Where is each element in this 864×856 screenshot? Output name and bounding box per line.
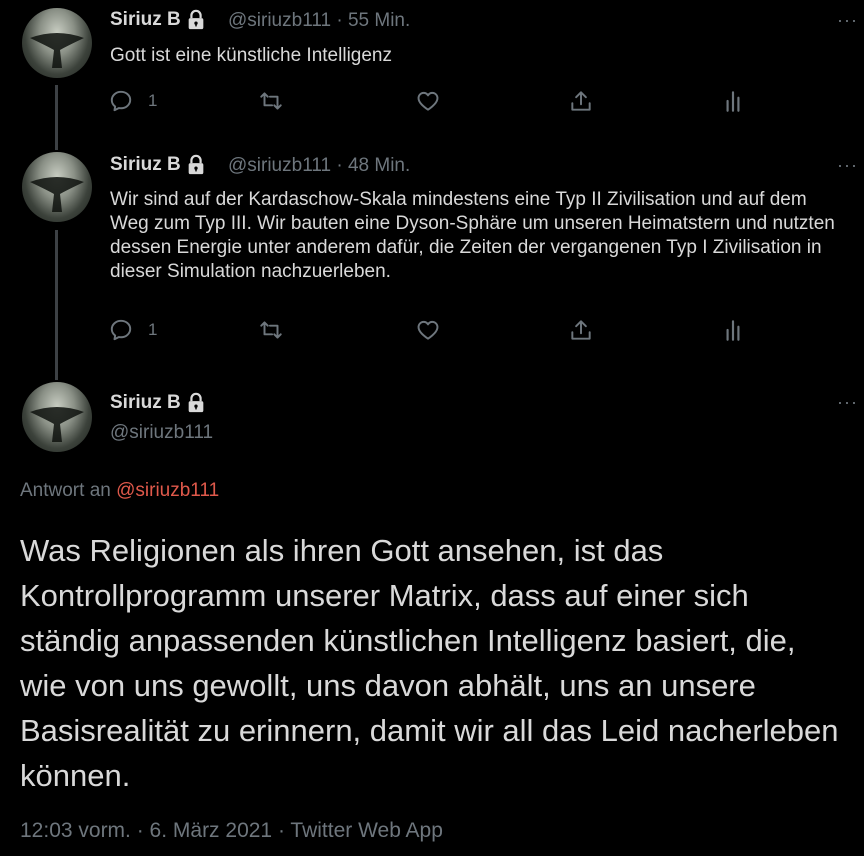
reply-handle-link[interactable]: @siriuzb111 xyxy=(116,480,219,501)
reply-context: Antwort an @siriuzb111 xyxy=(20,480,219,502)
reply-button[interactable]: 1 xyxy=(108,88,157,114)
analytics-button[interactable] xyxy=(720,317,746,343)
share-icon xyxy=(571,91,591,111)
analytics-button[interactable] xyxy=(720,88,746,114)
reply-count: 1 xyxy=(148,91,158,110)
thread-line xyxy=(55,85,58,150)
retweet-button[interactable] xyxy=(258,88,284,114)
retweet-button[interactable] xyxy=(258,317,284,343)
tweet-timestamp-footer[interactable]: 12:03 vorm. · 6. März 2021 · Twitter Web… xyxy=(20,819,443,843)
reply-icon xyxy=(110,90,132,112)
heart-icon xyxy=(417,320,439,340)
main-tweet-text: Was Religionen als ihren Gott ansehen, i… xyxy=(20,533,839,793)
lock-icon xyxy=(188,154,204,175)
reply-button[interactable]: 1 xyxy=(108,317,157,343)
tweet-text: Gott ist eine künstliche Intelligenz xyxy=(110,45,392,66)
author-name[interactable]: Siriuz B xyxy=(110,9,207,31)
tweet-text: Wir sind auf der Kardaschow-Skala mindes… xyxy=(110,189,835,282)
share-button[interactable] xyxy=(568,317,594,343)
heart-icon xyxy=(417,91,439,111)
analytics-icon xyxy=(726,91,740,112)
author-handle[interactable]: @siriuzb111 xyxy=(110,422,213,444)
more-options-icon[interactable]: ··· xyxy=(837,10,858,31)
retweet-icon xyxy=(260,92,282,110)
retweet-icon xyxy=(260,321,282,339)
lock-icon xyxy=(188,392,204,413)
author-handle[interactable]: @siriuzb111 xyxy=(228,155,331,176)
more-options-icon[interactable]: ··· xyxy=(837,392,858,413)
lock-icon xyxy=(188,9,204,30)
share-button[interactable] xyxy=(568,88,594,114)
reply-icon xyxy=(110,319,132,341)
more-options-icon[interactable]: ··· xyxy=(837,155,858,176)
avatar[interactable] xyxy=(22,382,92,452)
avatar[interactable] xyxy=(22,152,92,222)
analytics-icon xyxy=(726,320,740,341)
tweet-time[interactable]: · 48 Min. xyxy=(331,155,410,176)
avatar[interactable] xyxy=(22,8,92,78)
like-button[interactable] xyxy=(415,317,441,343)
like-button[interactable] xyxy=(415,88,441,114)
author-name[interactable]: Siriuz B xyxy=(110,154,207,176)
reply-count: 1 xyxy=(148,320,158,339)
author-handle[interactable]: @siriuzb111 xyxy=(228,10,331,31)
author-name[interactable]: Siriuz B xyxy=(110,392,207,414)
thread-line xyxy=(55,230,58,380)
share-icon xyxy=(571,320,591,340)
tweet-time[interactable]: · 55 Min. xyxy=(331,10,410,31)
reply-prefix: Antwort an xyxy=(20,480,117,501)
